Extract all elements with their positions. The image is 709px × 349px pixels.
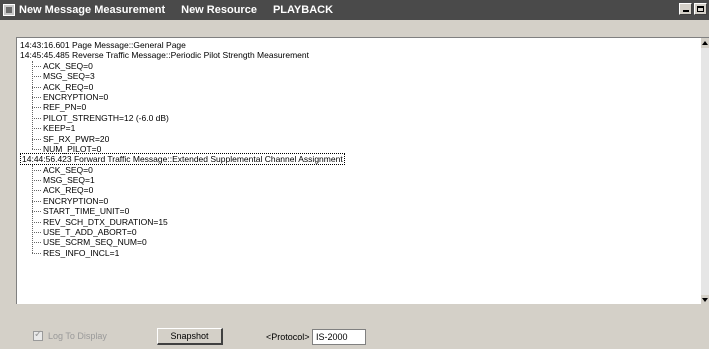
message-log-tree[interactable]: 14:43:16.601 Page Message::General Page 1… [16, 37, 709, 304]
log-field-row[interactable]: ACK_REQ=0 [19, 185, 699, 195]
title-bar[interactable]: New Message Measurement New Resource PLA… [0, 0, 709, 20]
log-field-row[interactable]: SF_RX_PWR=20 [19, 134, 699, 144]
log-field-text: PILOT_STRENGTH=12 (-6.0 dB) [43, 112, 169, 123]
log-field-row[interactable]: ACK_SEQ=0 [19, 61, 699, 71]
maximize-icon[interactable] [694, 3, 707, 15]
log-message-text: 14:43:16.601 Page Message::General Page [20, 40, 186, 50]
log-field-text: ACK_REQ=0 [43, 81, 94, 92]
log-field-text: USE_SCRM_SEQ_NUM=0 [43, 237, 147, 248]
log-field-text: USE_T_ADD_ABORT=0 [43, 227, 137, 238]
log-field-row[interactable]: MSG_SEQ=3 [19, 71, 699, 81]
log-to-display-checkbox[interactable]: Log To Display [33, 329, 107, 341]
log-field-text: ENCRYPTION=0 [43, 91, 109, 102]
title-part-2: New Resource [181, 4, 257, 16]
log-message-row[interactable]: 14:45:45.485 Reverse Traffic Message::Pe… [19, 50, 699, 60]
log-field-row[interactable]: REV_SCH_DTX_DURATION=15 [19, 217, 699, 227]
log-field-row[interactable]: ENCRYPTION=0 [19, 92, 699, 102]
checkmark-icon[interactable] [33, 329, 43, 341]
protocol-field[interactable]: IS-2000 [312, 329, 366, 345]
log-field-row[interactable]: MSG_SEQ=1 [19, 175, 699, 185]
title-part-1: New Message Measurement [19, 4, 166, 16]
bottom-toolbar: Log To Display Snapshot <Protocol> IS-20… [0, 304, 709, 349]
snapshot-button[interactable]: Snapshot [157, 328, 223, 345]
log-field-text: ACK_REQ=0 [43, 185, 94, 196]
minimize-icon[interactable] [679, 3, 692, 15]
log-field-row[interactable]: PILOT_STRENGTH=12 (-6.0 dB) [19, 113, 699, 123]
log-field-text: ENCRYPTION=0 [43, 195, 109, 206]
tree-connector [32, 60, 33, 150]
log-field-text: ACK_SEQ=0 [43, 60, 93, 71]
log-field-row[interactable]: START_TIME_UNIT=0 [19, 206, 699, 216]
log-field-row[interactable]: KEEP=1 [19, 123, 699, 133]
log-field-text: MSG_SEQ=1 [43, 175, 95, 186]
log-to-display-label: Log To Display [48, 331, 107, 341]
app-window: New Message Measurement New Resource PLA… [0, 0, 709, 349]
log-field-text: RES_INFO_INCL=1 [43, 247, 120, 258]
log-field-row[interactable]: RES_INFO_INCL=1 [19, 248, 699, 258]
log-field-text: KEEP=1 [43, 123, 76, 134]
window-controls [679, 3, 707, 15]
log-field-text: ACK_SEQ=0 [43, 164, 93, 175]
log-field-row[interactable]: REF_PN=0 [19, 102, 699, 112]
log-field-row[interactable]: USE_SCRM_SEQ_NUM=0 [19, 237, 699, 247]
log-field-text: REF_PN=0 [43, 102, 87, 113]
log-message-row[interactable]: 14:43:16.601 Page Message::General Page [19, 40, 699, 50]
log-field-row[interactable]: ACK_SEQ=0 [19, 165, 699, 175]
log-message-row[interactable]: 14:44:56.423 Forward Traffic Message::Ex… [19, 153, 699, 166]
log-message-text: 14:45:45.485 Reverse Traffic Message::Pe… [20, 50, 309, 61]
protocol-label: <Protocol> [266, 332, 310, 342]
scroll-up-icon[interactable] [701, 38, 709, 48]
message-log-content: 14:43:16.601 Page Message::General Page 1… [19, 40, 699, 258]
title-part-3: PLAYBACK [272, 4, 334, 16]
log-field-text: SF_RX_PWR=20 [43, 133, 110, 144]
vertical-scrollbar[interactable] [701, 38, 709, 304]
app-icon [3, 4, 15, 16]
log-field-row[interactable]: USE_T_ADD_ABORT=0 [19, 227, 699, 237]
log-field-row[interactable]: ENCRYPTION=0 [19, 196, 699, 206]
log-field-text: START_TIME_UNIT=0 [43, 206, 130, 217]
log-message-text: 14:44:56.423 Forward Traffic Message::Ex… [20, 153, 345, 166]
scroll-down-icon[interactable] [701, 295, 709, 304]
log-field-row[interactable]: ACK_REQ=0 [19, 82, 699, 92]
log-field-text: REV_SCH_DTX_DURATION=15 [43, 216, 168, 227]
tree-connector [32, 164, 33, 254]
log-field-text: MSG_SEQ=3 [43, 71, 95, 82]
